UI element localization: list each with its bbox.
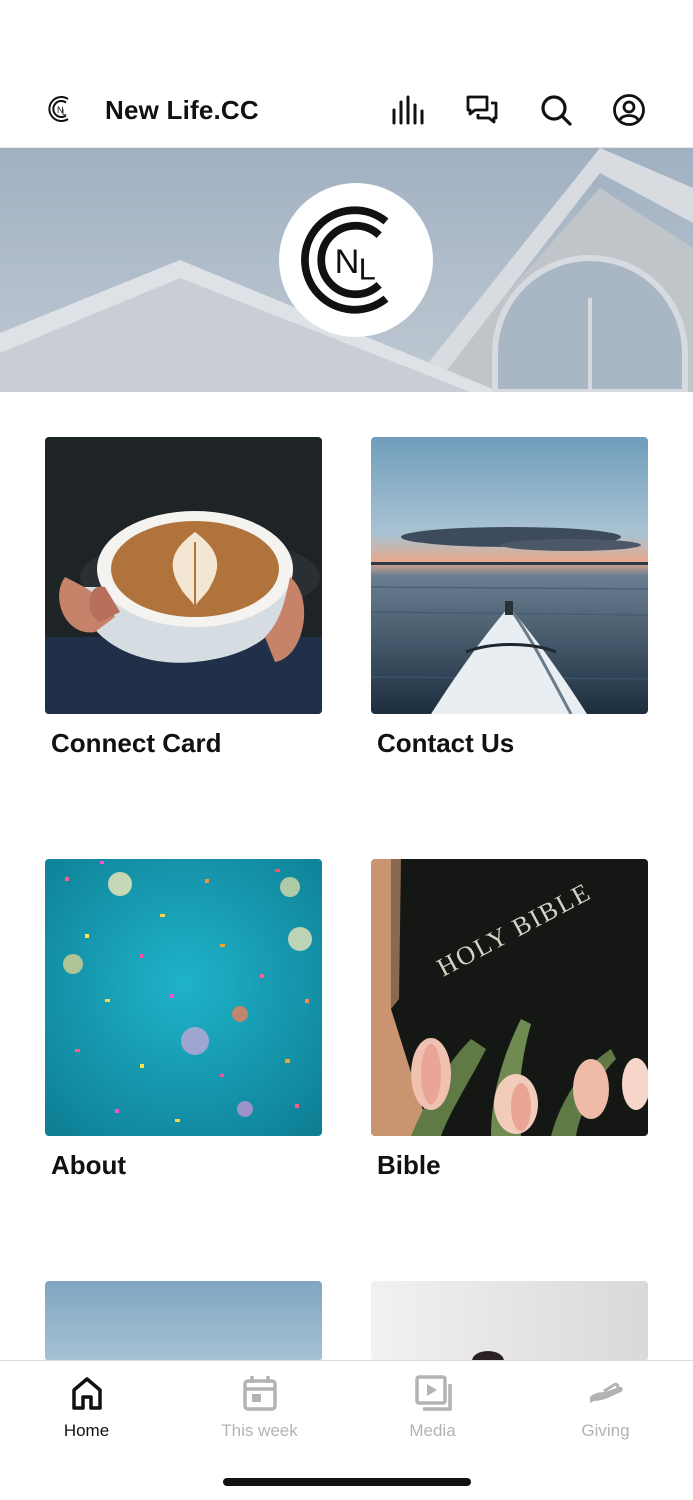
nav-label: Media (409, 1421, 456, 1440)
app-title: New Life.CC (105, 95, 259, 125)
logo-letter-l: L (359, 252, 376, 287)
church-logo-icon[interactable]: N L (46, 93, 78, 125)
tile-6[interactable] (371, 1281, 648, 1361)
tile-about[interactable]: About (45, 859, 322, 1181)
nav-giving[interactable]: Giving (519, 1373, 692, 1441)
tile-label: Connect Card (51, 728, 222, 758)
giving-hand-icon (586, 1373, 626, 1413)
hero-banner: N L (0, 148, 693, 392)
tile-5[interactable] (45, 1281, 322, 1361)
chat-icon[interactable] (463, 91, 501, 129)
kayak-on-lake-photo (371, 437, 648, 714)
nav-home[interactable]: Home (0, 1373, 173, 1441)
search-icon[interactable] (537, 91, 575, 129)
tile-label: Contact Us (377, 728, 515, 758)
calendar-icon (240, 1373, 280, 1413)
profile-icon[interactable] (610, 91, 648, 129)
tile-connect-card[interactable]: Connect Card (45, 437, 322, 759)
nav-label: This week (221, 1421, 298, 1440)
confetti-on-teal-photo (45, 859, 322, 1136)
church-logo: N L (279, 183, 433, 337)
tile-label: About (51, 1150, 127, 1180)
holy-bible-with-tulips-photo: HOLY BIBLE (371, 859, 648, 1136)
home-icon (67, 1373, 107, 1413)
tile-label: Bible (377, 1150, 441, 1180)
nav-this-week[interactable]: This week (173, 1373, 346, 1441)
svg-text:L: L (62, 108, 67, 117)
sky-photo (45, 1281, 322, 1361)
audio-bars-icon[interactable] (389, 91, 427, 129)
home-indicator (223, 1478, 471, 1486)
nav-media[interactable]: Media (346, 1373, 519, 1441)
nav-label: Giving (581, 1421, 630, 1440)
logo-letter-n: N (335, 243, 360, 281)
tile-contact-us[interactable]: Contact Us (371, 437, 648, 759)
tile-bible[interactable]: HOLY BIBLE Bible (371, 859, 648, 1181)
media-icon (413, 1373, 453, 1413)
light-sky-photo (371, 1281, 648, 1361)
app-header: N L New Life.CC (0, 0, 693, 148)
latte-cup-photo (45, 437, 322, 714)
nav-label: Home (63, 1421, 110, 1440)
